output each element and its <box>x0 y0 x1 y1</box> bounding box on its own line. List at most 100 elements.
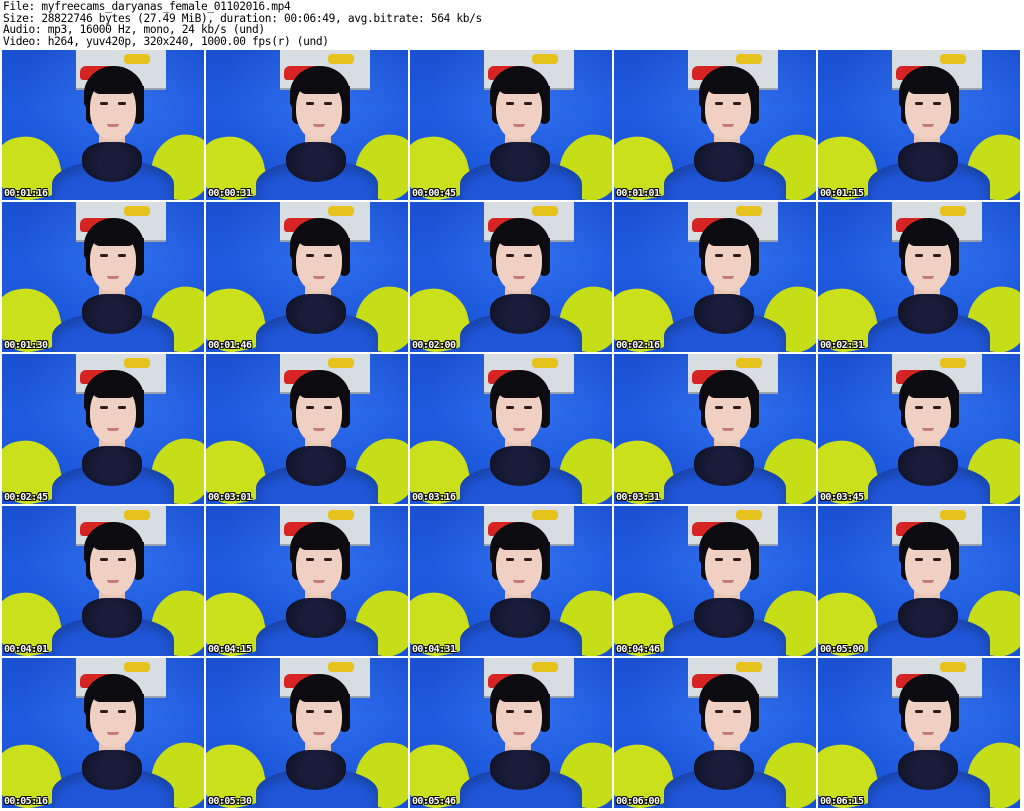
poster-yellow-car <box>328 510 354 520</box>
person-eye-left <box>506 102 514 105</box>
thumbnail-timestamp: 00:03:45 <box>820 492 864 503</box>
person-eye-left <box>915 710 923 713</box>
poster-yellow-car <box>124 54 150 64</box>
person-lace-collar <box>82 142 142 182</box>
video-thumbnail: 00:02:16 <box>614 202 816 352</box>
person-eye-left <box>506 710 514 713</box>
thumbnail-timestamp: 00:02:16 <box>616 340 660 351</box>
person-mouth <box>513 276 525 279</box>
thumbnail-timestamp: 00:01:15 <box>820 188 864 199</box>
person-eye-left <box>306 710 314 713</box>
person-eye-right <box>524 102 532 105</box>
poster-yellow-car <box>532 206 558 216</box>
person-mouth <box>922 124 934 127</box>
video-thumbnail: 00:06:15 <box>818 658 1020 808</box>
person-eye-left <box>506 558 514 561</box>
person-eye-right <box>733 710 741 713</box>
person-lace-collar <box>286 598 346 638</box>
person-eye-left <box>100 102 108 105</box>
thumbnail-timestamp: 00:05:16 <box>4 796 48 807</box>
poster-yellow-car <box>532 510 558 520</box>
thumbnail-timestamp: 00:04:15 <box>208 644 252 655</box>
thumbnail-timestamp: 00:01:46 <box>208 340 252 351</box>
person-mouth <box>313 276 325 279</box>
person-eye-left <box>915 102 923 105</box>
person-lace-collar <box>490 446 550 486</box>
poster-yellow-car <box>532 358 558 368</box>
video-thumbnail: 00:05:16 <box>2 658 204 808</box>
poster-yellow-car <box>328 662 354 672</box>
person-eye-right <box>524 558 532 561</box>
person-eye-right <box>733 406 741 409</box>
person-lace-collar <box>898 598 958 638</box>
person-lace-collar <box>490 750 550 790</box>
thumbnail-timestamp: 00:03:16 <box>412 492 456 503</box>
person-mouth <box>313 580 325 583</box>
person-mouth <box>722 428 734 431</box>
person-mouth <box>922 428 934 431</box>
person-eye-right <box>933 254 941 257</box>
person-bangs <box>298 384 342 398</box>
person-bangs <box>907 688 951 702</box>
video-thumbnail: 00:05:00 <box>818 506 1020 656</box>
thumbnail-timestamp: 00:05:00 <box>820 644 864 655</box>
thumbnail-timestamp: 00:05:30 <box>208 796 252 807</box>
person-eye-left <box>915 254 923 257</box>
video-thumbnail: 00:01:16 <box>2 50 204 200</box>
video-thumbnail: 00:03:16 <box>410 354 612 504</box>
person-bangs <box>907 536 951 550</box>
poster-yellow-car <box>124 206 150 216</box>
poster-yellow-car <box>736 54 762 64</box>
person-mouth <box>513 124 525 127</box>
person-lace-collar <box>490 598 550 638</box>
video-thumbnail: 00:00:31 <box>206 50 408 200</box>
video-thumbnail: 00:02:31 <box>818 202 1020 352</box>
person-eye-left <box>715 558 723 561</box>
poster-yellow-car <box>736 358 762 368</box>
poster-yellow-car <box>328 54 354 64</box>
person-lace-collar <box>286 142 346 182</box>
thumbnail-timestamp: 00:04:46 <box>616 644 660 655</box>
person-eye-left <box>915 558 923 561</box>
person-bangs <box>498 80 542 94</box>
person-bangs <box>707 80 751 94</box>
person-lace-collar <box>694 294 754 334</box>
person-bangs <box>907 80 951 94</box>
person-eye-left <box>100 558 108 561</box>
person-mouth <box>722 276 734 279</box>
person-mouth <box>722 580 734 583</box>
thumbnail-timestamp: 00:03:31 <box>616 492 660 503</box>
person-bangs <box>907 232 951 246</box>
person-eye-right <box>118 558 126 561</box>
person-eye-right <box>933 102 941 105</box>
person-eye-right <box>118 710 126 713</box>
thumbnail-timestamp: 00:04:31 <box>412 644 456 655</box>
person-lace-collar <box>898 142 958 182</box>
thumbnail-timestamp: 00:01:16 <box>4 188 48 199</box>
person-lace-collar <box>898 750 958 790</box>
person-eye-right <box>324 406 332 409</box>
person-bangs <box>298 232 342 246</box>
thumbnail-timestamp: 00:02:00 <box>412 340 456 351</box>
video-thumbnail: 00:01:46 <box>206 202 408 352</box>
person-mouth <box>722 732 734 735</box>
person-eye-right <box>118 102 126 105</box>
person-lace-collar <box>490 294 550 334</box>
person-eye-right <box>733 254 741 257</box>
video-thumbnail: 00:06:00 <box>614 658 816 808</box>
poster-yellow-car <box>736 510 762 520</box>
video-thumbnail: 00:01:01 <box>614 50 816 200</box>
thumbnail-timestamp: 00:05:46 <box>412 796 456 807</box>
thumbnail-timestamp: 00:00:31 <box>208 188 252 199</box>
poster-yellow-car <box>940 206 966 216</box>
person-mouth <box>313 124 325 127</box>
person-eye-right <box>524 710 532 713</box>
person-bangs <box>498 536 542 550</box>
person-lace-collar <box>898 446 958 486</box>
poster-yellow-car <box>940 510 966 520</box>
person-bangs <box>498 384 542 398</box>
video-thumbnail: 00:01:30 <box>2 202 204 352</box>
person-eye-right <box>933 710 941 713</box>
person-eye-left <box>506 254 514 257</box>
person-eye-left <box>100 710 108 713</box>
